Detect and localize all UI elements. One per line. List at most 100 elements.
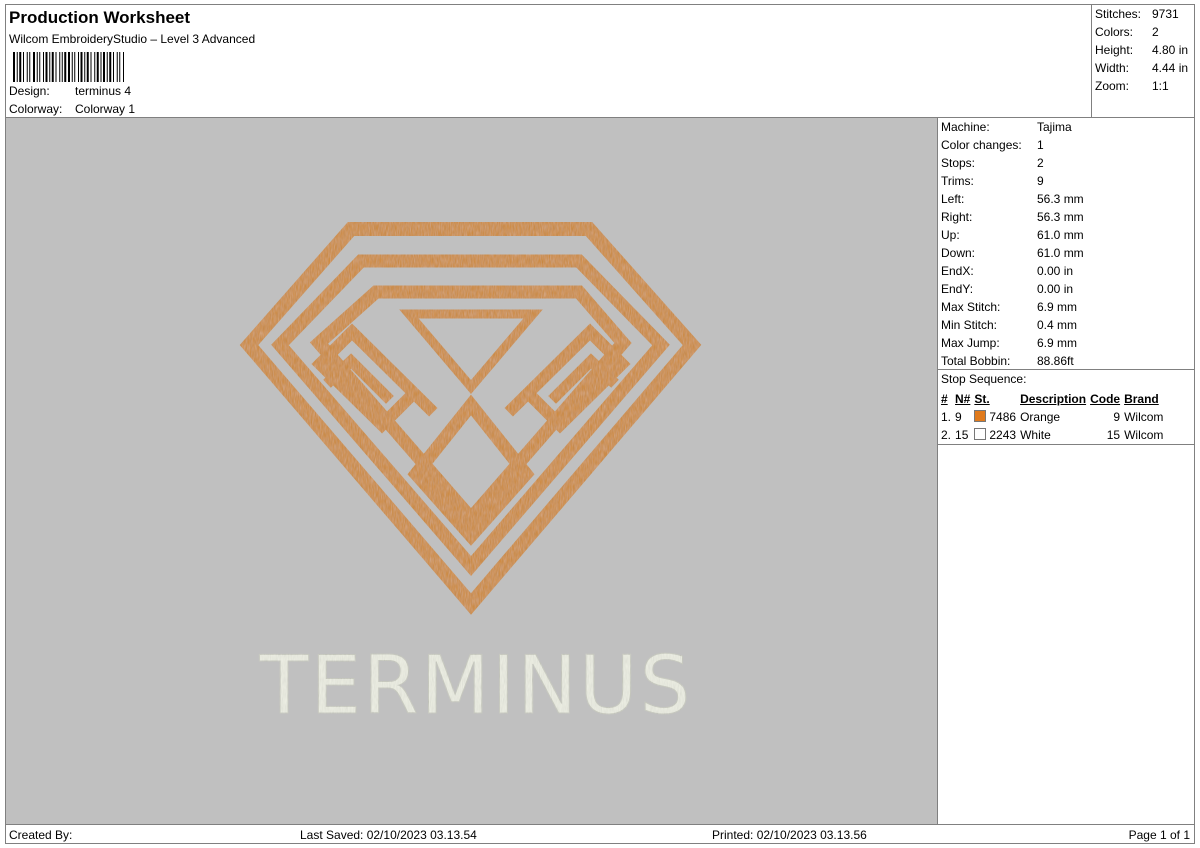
- created-by: Created By:: [9, 828, 73, 842]
- detail-label: Trims:: [941, 174, 974, 188]
- thread-description: Orange: [1020, 410, 1061, 424]
- divider: [938, 369, 1194, 370]
- design-row: Design: terminus 4: [9, 84, 131, 98]
- col-description: Description: [1020, 392, 1087, 406]
- detail-label: Total Bobbin:: [941, 354, 1011, 368]
- width-value: 4.44 in: [1152, 61, 1189, 75]
- col-st: St.: [974, 392, 990, 406]
- needle-number: 9: [955, 410, 962, 424]
- detail-value: 56.3 mm: [1037, 192, 1084, 206]
- color-swatch-icon: [974, 428, 987, 440]
- detail-row: EndY: 0.00 in: [941, 282, 1073, 296]
- detail-label: Color changes:: [941, 138, 1022, 152]
- colorway-value: Colorway 1: [75, 102, 136, 116]
- page-number: Page 1 of 1: [1128, 828, 1190, 842]
- detail-row: Up: 61.0 mm: [941, 228, 1084, 242]
- width-row: Width: 4.44 in: [1095, 61, 1188, 75]
- detail-value: 56.3 mm: [1037, 210, 1084, 224]
- col-n: N#: [955, 392, 971, 406]
- colorway-row: Colorway: Colorway 1: [9, 102, 135, 116]
- height-value: 4.80 in: [1152, 43, 1189, 57]
- diamond-logo: [239, 222, 702, 615]
- detail-row: EndX: 0.00 in: [941, 264, 1073, 278]
- col-num: #: [941, 392, 948, 406]
- width-label: Width:: [1095, 61, 1130, 75]
- detail-row: Down: 61.0 mm: [941, 246, 1084, 260]
- design-text: TERMINUS: [259, 639, 693, 732]
- col-code: Code: [1090, 392, 1121, 406]
- height-row: Height: 4.80 in: [1095, 43, 1188, 57]
- detail-row: Color changes: 1: [941, 138, 1044, 152]
- detail-label: Right:: [941, 210, 973, 224]
- detail-label: EndX:: [941, 264, 974, 278]
- detail-value: 2: [1037, 156, 1044, 170]
- detail-row: Machine: Tajima: [941, 120, 1072, 134]
- detail-value: 6.9 mm: [1037, 300, 1078, 314]
- detail-value: 0.00 in: [1037, 282, 1074, 296]
- detail-value: 88.86ft: [1037, 354, 1074, 368]
- detail-row: Max Stitch: 6.9 mm: [941, 300, 1077, 314]
- detail-row: Trims: 9: [941, 174, 1044, 188]
- detail-row: Max Jump: 6.9 mm: [941, 336, 1077, 350]
- detail-label: Min Stitch:: [941, 318, 998, 332]
- details-panel: Machine: Tajima Color changes: 1 Stops: 2 Trim…: [937, 117, 1195, 825]
- detail-row: Right: 56.3 mm: [941, 210, 1084, 224]
- software-name: Wilcom EmbroideryStudio – Level 3 Advanc…: [9, 32, 256, 46]
- detail-label: Stops:: [941, 156, 976, 170]
- colors-label: Colors:: [1095, 25, 1134, 39]
- divider: [938, 444, 1194, 445]
- stitches-row: Stitches: 9731: [1095, 7, 1179, 21]
- zoom-row: Zoom: 1:1: [1095, 79, 1169, 93]
- colors-row: Colors: 2: [1095, 25, 1159, 39]
- thread-brand: Wilcom: [1124, 410, 1164, 424]
- center-triangle: [399, 309, 543, 394]
- barcode: [13, 52, 124, 82]
- detail-value: 0.4 mm: [1037, 318, 1078, 332]
- printed-date: Printed: 02/10/2023 03.13.56: [712, 828, 867, 842]
- detail-row: Stops: 2: [941, 156, 1044, 170]
- thread-description: White: [1020, 428, 1051, 442]
- thread-code: 15: [1106, 428, 1121, 442]
- worksheet-header: Production Worksheet Wilcom EmbroiderySt…: [5, 4, 1092, 118]
- diamond-outline-outer: [239, 222, 702, 615]
- colors-value: 2: [1152, 25, 1159, 39]
- detail-value: 61.0 mm: [1037, 228, 1084, 242]
- table-row: 2. 15 2243 White 15 Wilcom: [939, 426, 1165, 444]
- detail-row: Min Stitch: 0.4 mm: [941, 318, 1077, 332]
- zoom-label: Zoom:: [1095, 79, 1130, 93]
- detail-value: 1: [1037, 138, 1044, 152]
- detail-value: Tajima: [1037, 120, 1072, 134]
- stop-sequence-table: # N# St. Description Code Brand 1. 9 7486 O…: [939, 390, 1165, 444]
- stitch-count: 7486: [989, 410, 1017, 424]
- stitch-count: 2243: [989, 428, 1017, 442]
- design-label: Design:: [9, 84, 50, 98]
- detail-value: 61.0 mm: [1037, 246, 1084, 260]
- detail-value: 0.00 in: [1037, 264, 1074, 278]
- design-preview: TERMINUS: [5, 117, 938, 825]
- needle-number: 15: [955, 428, 969, 442]
- detail-value: 6.9 mm: [1037, 336, 1078, 350]
- thread-code: 9: [1113, 410, 1121, 424]
- detail-label: Machine:: [941, 120, 990, 134]
- detail-label: Max Jump:: [941, 336, 1000, 350]
- detail-row: Total Bobbin: 88.86ft: [941, 354, 1074, 368]
- color-swatch-icon: [974, 410, 987, 422]
- detail-row: Left: 56.3 mm: [941, 192, 1084, 206]
- detail-value: 9: [1037, 174, 1044, 188]
- worksheet-footer: Created By: Last Saved: 02/10/2023 03.13…: [5, 824, 1195, 844]
- stop-sequence-title: Stop Sequence:: [941, 372, 1027, 386]
- stop-num: 1.: [941, 410, 952, 424]
- detail-label: Left:: [941, 192, 965, 206]
- colorway-label: Colorway:: [9, 102, 63, 116]
- detail-label: EndY:: [941, 282, 974, 296]
- detail-label: Up:: [941, 228, 960, 242]
- summary-box: Stitches: 9731 Colors: 2 Height: 4.80 in Wi…: [1091, 4, 1195, 118]
- page-title: Production Worksheet: [9, 8, 191, 27]
- height-label: Height:: [1095, 43, 1134, 57]
- last-saved: Last Saved: 02/10/2023 03.13.54: [300, 828, 477, 842]
- thread-brand: Wilcom: [1124, 428, 1164, 442]
- stop-num: 2.: [941, 428, 952, 442]
- stitches-value: 9731: [1152, 7, 1179, 21]
- embroidery-design: TERMINUS: [239, 222, 702, 733]
- detail-label: Max Stitch:: [941, 300, 1001, 314]
